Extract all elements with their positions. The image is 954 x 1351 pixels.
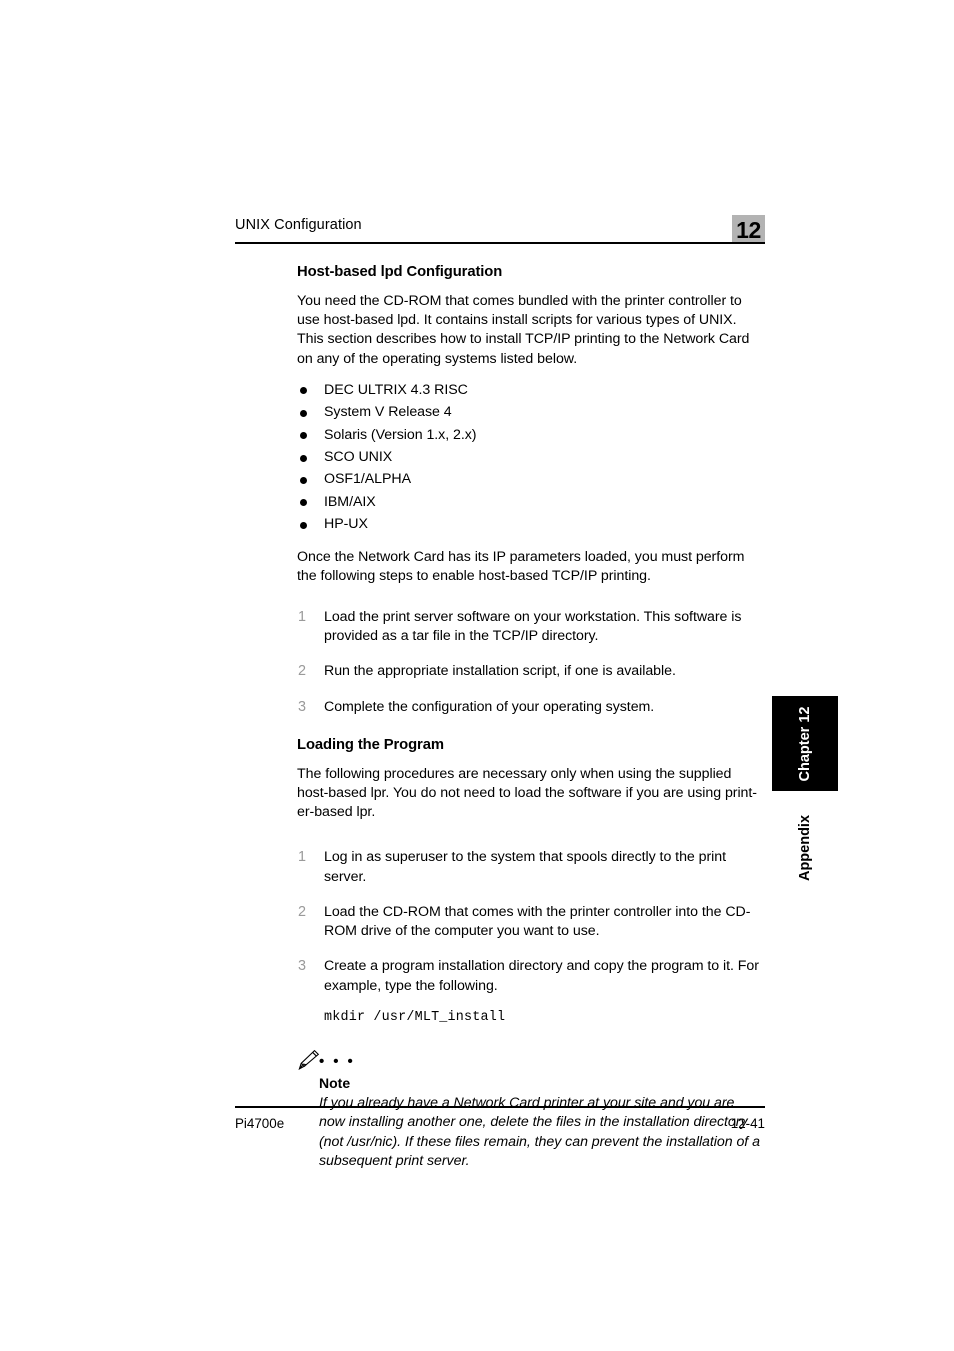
list-item: System V Release 4: [297, 401, 763, 423]
bullet-icon: [300, 387, 307, 395]
step-text: Complete the configuration of your opera…: [324, 698, 655, 715]
chapter-number-box: 12: [732, 215, 765, 244]
step-text: Run the appropriate installation script,…: [324, 663, 676, 680]
list-item-label: OSF1/ALPHA: [324, 471, 412, 488]
note-block: • • • Note If you already have a Network…: [297, 1049, 763, 1172]
list-item: OSF1/ALPHA: [297, 468, 763, 490]
operating-system-list: DEC ULTRIX 4.3 RISC System V Release 4 S…: [297, 379, 763, 536]
side-tab-chapter-12[interactable]: Chapter 12: [772, 696, 838, 791]
step-number: 3: [298, 698, 306, 715]
list-item-label: SCO UNIX: [324, 449, 393, 466]
bullet-icon: [300, 499, 307, 507]
step-text: Log in as superuser to the system that s…: [324, 849, 726, 885]
footer-page-number: 12-41: [730, 1116, 765, 1131]
step-number: 2: [298, 663, 306, 680]
section2-intro-paragraph: The following procedures are necessary o…: [297, 765, 757, 821]
section1-intro-paragraph: You need the CD-ROM that comes bundled w…: [297, 293, 750, 367]
footer-product-name: Pi4700e: [235, 1116, 285, 1131]
footer-divider: [235, 1106, 765, 1108]
step-text: Load the CD-ROM that comes with the prin…: [324, 903, 751, 940]
list-item: IBM/AIX: [297, 491, 763, 513]
running-header-title: UNIX Configuration: [235, 217, 362, 233]
list-item: DEC ULTRIX 4.3 RISC: [297, 379, 763, 401]
bullet-icon: [300, 409, 307, 417]
side-tab-chapter-label: Chapter 12: [797, 706, 813, 781]
section-heading-host-based-lpd: Host-based lpd Configuration: [297, 264, 503, 280]
step-text: Create a program installation directory …: [324, 958, 759, 994]
note-icon-row: • • •: [297, 1049, 763, 1073]
bullet-icon: [300, 476, 307, 484]
pencil-icon: [297, 1049, 321, 1071]
list-item-label: HP-UX: [324, 516, 368, 533]
bullet-icon: [300, 432, 307, 440]
step-item: 1 Load the print server software on your…: [297, 608, 763, 646]
step-number: 1: [298, 849, 306, 866]
step-item: 3 Complete the configuration of your ope…: [297, 698, 763, 717]
list-item-label: IBM/AIX: [324, 493, 376, 510]
step-number: 1: [298, 609, 306, 626]
step-item: 3 Create a program installation director…: [297, 957, 763, 1026]
list-item-label: DEC ULTRIX 4.3 RISC: [324, 381, 468, 398]
bullet-icon: [300, 521, 307, 529]
note-dots: • • •: [319, 1052, 356, 1070]
section-heading-loading-the-program: Loading the Program: [297, 736, 444, 753]
step-item: 2 Load the CD-ROM that comes with the pr…: [297, 903, 763, 941]
step-number: 2: [298, 903, 306, 920]
list-item-label: System V Release 4: [324, 404, 452, 421]
header-divider: [235, 242, 765, 245]
bullet-icon: [300, 454, 307, 462]
step-number: 3: [298, 958, 306, 975]
command-example: mkdir /usr/MLT_install: [324, 1009, 506, 1025]
step-text: Load the print server software on your w…: [324, 609, 742, 645]
list-item: Solaris (Version 1.x, 2.x): [297, 424, 763, 446]
document-page: UNIX Configuration 12 Host-based lpd Con…: [0, 0, 954, 1351]
chapter-number: 12: [736, 217, 761, 243]
side-tab-appendix[interactable]: Appendix: [772, 800, 838, 895]
list-item: SCO UNIX: [297, 446, 763, 468]
note-label: Note: [319, 1074, 351, 1091]
section1-step-list: 1 Load the print server software on your…: [297, 608, 763, 717]
step-item: 1 Log in as superuser to the system that…: [297, 848, 763, 886]
page-content: Host-based lpd Configuration You need th…: [297, 262, 763, 1171]
step-item: 2 Run the appropriate installation scrip…: [297, 662, 763, 681]
section1-after-list-paragraph: Once the Network Card has its IP paramet…: [297, 548, 745, 584]
side-tab-appendix-label: Appendix: [797, 814, 813, 881]
list-item-label: Solaris (Version 1.x, 2.x): [324, 426, 477, 443]
page-header: UNIX Configuration 12: [235, 215, 765, 246]
section2-step-list: 1 Log in as superuser to the system that…: [297, 848, 763, 1026]
list-item: HP-UX: [297, 513, 763, 535]
